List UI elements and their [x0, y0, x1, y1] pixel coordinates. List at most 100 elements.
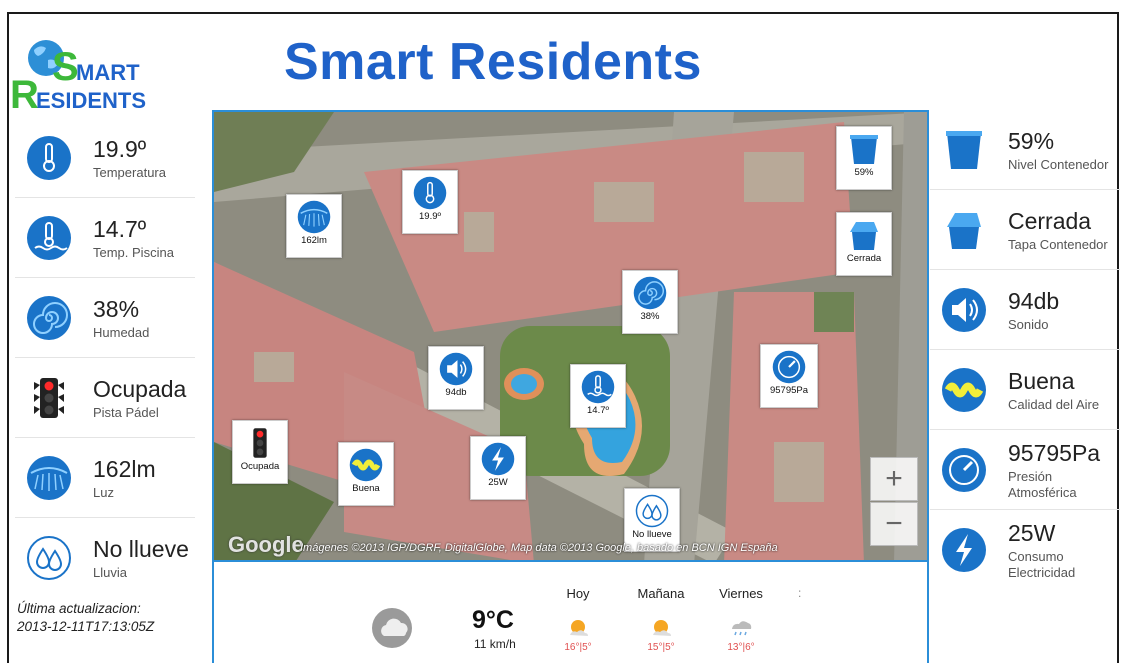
gauge-icon [938, 444, 990, 496]
sensor-label: Sonido [1008, 316, 1049, 332]
sensor-temperature[interactable]: 19.9º Temperatura [15, 118, 195, 198]
sensor-light[interactable]: 162lm Luz [15, 438, 195, 518]
right-sensor-list: 59% Nivel Contenedor Cerrada Tapa Contened… [930, 110, 1120, 590]
logo-letter-r: R [10, 73, 39, 112]
marker-label: 59% [854, 167, 874, 178]
forecast-day: Mañana 15°|5° [626, 586, 696, 653]
sensor-pool-temperature[interactable]: 14.7º Temp. Piscina [15, 198, 195, 278]
thermometer-icon [403, 175, 457, 211]
sensor-pressure[interactable]: 95795Pa Presión Atmosférica [930, 430, 1120, 510]
rain-drops-icon [23, 532, 75, 584]
marker-power[interactable]: 25W [470, 436, 526, 500]
sensor-humidity[interactable]: 38% Humedad [15, 278, 195, 358]
marker-pressure[interactable]: 95795Pa [760, 344, 818, 408]
light-icon [287, 199, 341, 235]
rain-drops-icon [625, 493, 679, 529]
last-update-timestamp: 2013-12-11T17:13:05Z [17, 619, 155, 634]
sensor-bin-level[interactable]: 59% Nivel Contenedor [930, 110, 1120, 190]
sensor-sound[interactable]: 94db Sonido [930, 270, 1120, 350]
humidity-spiral-icon [23, 292, 75, 344]
globe-logo-icon: S MART R ESIDENTS [10, 40, 146, 117]
traffic-light-icon [23, 372, 75, 424]
forecast-day-name: Viernes [719, 586, 763, 601]
sensor-label: Presión Atmosférica [1008, 468, 1077, 500]
marker-label: 162lm [301, 235, 327, 246]
pool-thermometer-icon [23, 212, 75, 264]
sensor-label: Luz [93, 484, 114, 500]
logo-word-esidents: ESIDENTS [36, 88, 146, 112]
forecast-day-range: 13°|6° [727, 642, 755, 653]
marker-humidity[interactable]: 38% [622, 270, 678, 334]
marker-lid[interactable]: Cerrada [836, 212, 892, 276]
forecast-day-range: 15°|5° [647, 642, 675, 653]
sensor-rain[interactable]: No llueve Lluvia [15, 518, 195, 598]
marker-label: Cerrada [846, 253, 882, 264]
sensor-power[interactable]: 25W Consumo Electricidad [930, 510, 1120, 590]
bin-icon [837, 131, 891, 167]
sensor-label: Calidad del Aire [1008, 396, 1100, 412]
marker-sound[interactable]: 94db [428, 346, 484, 410]
weather-widget: 9°C 11 km/h Hoy 16°|5° Mañana 15°|5° Vie… [212, 562, 929, 663]
marker-label: 94db [445, 387, 467, 398]
marker-label: 25W [488, 477, 508, 488]
marker-label: Buena [352, 483, 380, 494]
marker-air[interactable]: Buena [338, 442, 394, 506]
sensor-value: Cerrada [1008, 207, 1092, 234]
map-imagery [214, 112, 927, 560]
page-title: Smart Residents [284, 33, 702, 91]
forecast-day-range: 16°|5° [564, 642, 592, 653]
rain-cloud-icon [728, 615, 754, 641]
sensor-label: Temperatura [93, 164, 166, 180]
speaker-icon [429, 351, 483, 387]
marker-label: 14.7º [587, 405, 609, 416]
sensor-label: Lluvia [93, 565, 127, 580]
bin-lid-icon [938, 204, 990, 256]
current-temperature: 9°C [472, 606, 514, 634]
zoom-in-button[interactable]: + [870, 457, 918, 501]
sensor-value: 162lm [93, 455, 156, 482]
traffic-light-icon [233, 425, 287, 461]
marker-label: 95795Pa [769, 385, 809, 396]
pool-thermometer-icon [571, 369, 625, 405]
logo-word-mart: MART [76, 60, 140, 85]
sensor-value: No llueve [93, 536, 189, 562]
marker-temperature[interactable]: 19.9º [402, 170, 458, 234]
bin-lid-icon [837, 217, 891, 253]
marker-pool-temp[interactable]: 14.7º [570, 364, 626, 428]
sensor-air-quality[interactable]: Buena Calidad del Aire [930, 350, 1120, 430]
forecast-day: Viernes 13°|6° [706, 586, 776, 653]
satellite-map[interactable]: 59% Cerrada 19.9º 162lm 38% 94db 14.7º 9… [212, 110, 929, 562]
sun-cloud-icon [565, 615, 591, 641]
google-logo: Google [228, 532, 304, 557]
sensor-value: 38% [93, 295, 140, 322]
sensor-bin-lid[interactable]: Cerrada Tapa Contenedor [930, 190, 1120, 270]
marker-label: No llueve [632, 529, 672, 540]
forecast-day-name: Hoy [566, 586, 590, 601]
wind-speed: 11 km/h [474, 637, 516, 651]
marker-padel[interactable]: Ocupada [232, 420, 288, 484]
app-logo: S MART R ESIDENTS [10, 36, 170, 117]
left-sensor-list: 19.9º Temperatura 14.7º Temp. Piscina 38% H… [15, 118, 195, 598]
marker-label: Ocupada [240, 461, 280, 472]
zoom-out-button[interactable]: − [870, 502, 918, 546]
sensor-value: 95795Pa [1008, 439, 1101, 466]
forecast-more[interactable]: : [798, 586, 801, 600]
marker-label: 38% [640, 311, 660, 322]
air-quality-icon [938, 364, 990, 416]
speaker-icon [938, 284, 990, 336]
last-update: Última actualizacion: 2013-12-11T17:13:0… [17, 600, 154, 636]
marker-label: 19.9º [419, 211, 441, 222]
sensor-label: Humedad [93, 324, 150, 340]
sensor-label: Tapa Contenedor [1008, 236, 1108, 252]
sensor-value: 19.9º [93, 135, 147, 162]
marker-light[interactable]: 162lm [286, 194, 342, 258]
sensor-value: Buena [1008, 367, 1075, 394]
cloud-icon [370, 606, 420, 655]
thermometer-icon [23, 132, 75, 184]
sensor-value: 94db [1008, 287, 1060, 314]
marker-bin-level[interactable]: 59% [836, 126, 892, 190]
sensor-padel[interactable]: Ocupada Pista Pádel [15, 358, 195, 438]
map-attribution[interactable]: Imágenes ©2013 IGP/DGRF, DigitalGlobe, M… [300, 542, 778, 554]
light-icon [23, 452, 75, 504]
forecast-day-name: Mañana [637, 586, 685, 601]
